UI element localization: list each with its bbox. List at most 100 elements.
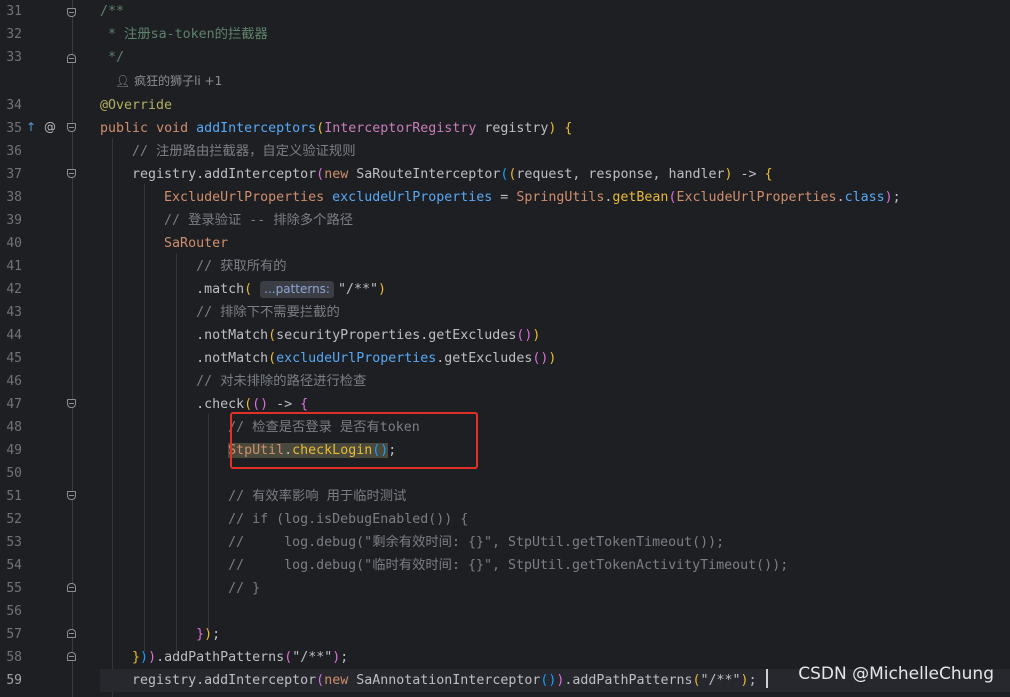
- code-line-37[interactable]: registry.addInterceptor(new SaRouteInter…: [100, 163, 1010, 186]
- code-line-31[interactable]: /**: [100, 0, 1010, 23]
- code-line-53[interactable]: // log.debug("剩余有效时间: {}", StpUtil.getTo…: [100, 531, 1010, 554]
- line-number[interactable]: 31: [0, 0, 22, 23]
- method-call: addPathPatterns: [164, 650, 285, 665]
- keyword: void: [156, 121, 189, 136]
- annotation-icon[interactable]: @: [44, 116, 56, 139]
- method-call: notMatch: [204, 328, 269, 343]
- keyword: public: [100, 121, 149, 136]
- implementing-method-icon[interactable]: ↑: [26, 116, 36, 139]
- line-number[interactable]: 47: [0, 393, 22, 416]
- line-number[interactable]: 34: [0, 94, 22, 117]
- fold-marker-33[interactable]: [67, 54, 76, 63]
- code-line-52[interactable]: // if (log.isDebugEnabled()) {: [100, 508, 1010, 531]
- method-call: getBean: [612, 190, 669, 205]
- method-call: check: [204, 397, 245, 412]
- line-number[interactable]: 38: [0, 186, 22, 209]
- fold-marker-55[interactable]: [67, 583, 76, 592]
- parameter-inlay-hint: ...patterns:: [260, 281, 334, 298]
- code-line-38[interactable]: ExcludeUrlProperties excludeUrlPropertie…: [100, 186, 1010, 209]
- code-line-43[interactable]: // 排除下不需要拦截的: [100, 301, 1010, 324]
- line-number[interactable]: 49: [0, 439, 22, 462]
- line-comment: // 对未排除的路径进行检查: [196, 374, 367, 389]
- line-number[interactable]: 41: [0, 255, 22, 278]
- fold-marker-57[interactable]: [67, 629, 76, 638]
- code-line-51[interactable]: // 有效率影响 用于临时测试: [100, 485, 1010, 508]
- code-line-55[interactable]: // }: [100, 577, 1010, 600]
- line-number[interactable]: 40: [0, 232, 22, 255]
- fold-marker-37[interactable]: [67, 169, 76, 178]
- code-line-32[interactable]: * 注册sa-token的拦截器: [100, 23, 1010, 46]
- text-cursor: [766, 669, 768, 688]
- line-comment: // 登录验证 -- 排除多个路径: [164, 213, 354, 228]
- line-comment: // if (log.isDebugEnabled()) {: [228, 512, 469, 527]
- code-line-57[interactable]: });: [100, 623, 1010, 646]
- class-name: ExcludeUrlProperties: [676, 190, 837, 205]
- line-comment: // 注册路由拦截器，自定义验证规则: [132, 144, 356, 159]
- identifier: registry: [132, 673, 197, 688]
- javadoc-comment: */: [100, 50, 125, 65]
- class-name: SaRouteInterceptor: [356, 167, 501, 182]
- highlight-annotation-box: [230, 412, 478, 469]
- line-comment: // }: [228, 581, 261, 596]
- line-number[interactable]: 42: [0, 278, 22, 301]
- code-line-45[interactable]: .notMatch(excludeUrlProperties.getExclud…: [100, 347, 1010, 370]
- line-number[interactable]: 43: [0, 301, 22, 324]
- line-number[interactable]: 46: [0, 370, 22, 393]
- code-line-40[interactable]: SaRouter: [100, 232, 1010, 255]
- code-line-42[interactable]: .match( ...patterns: "/**"): [100, 278, 1010, 301]
- line-number[interactable]: 57: [0, 623, 22, 646]
- code-editor[interactable]: 31 32 33 34 35 36 37 38 39 40 41 42 43 44 45 46 47 48 49 50…: [0, 0, 1010, 697]
- author-hint-text: 疯狂的狮子li +1: [134, 74, 223, 88]
- code-line-39[interactable]: // 登录验证 -- 排除多个路径: [100, 209, 1010, 232]
- line-number[interactable]: 53: [0, 531, 22, 554]
- code-line-33[interactable]: */: [100, 46, 1010, 69]
- method-call: getExcludes: [444, 351, 533, 366]
- code-line-56[interactable]: [100, 600, 1010, 623]
- line-number[interactable]: 59: [0, 669, 22, 692]
- fold-marker-31[interactable]: [67, 8, 76, 17]
- line-comment: // 排除下不需要拦截的: [196, 305, 340, 320]
- keyword: new: [324, 673, 349, 688]
- code-line-41[interactable]: // 获取所有的: [100, 255, 1010, 278]
- keyword: class: [844, 190, 885, 205]
- fold-marker-51[interactable]: [67, 491, 76, 500]
- code-line-44[interactable]: .notMatch(securityProperties.getExcludes…: [100, 324, 1010, 347]
- line-number[interactable]: 54: [0, 554, 22, 577]
- javadoc-comment: * 注册sa-token的拦截器: [100, 27, 268, 42]
- code-line-34[interactable]: @Override: [100, 94, 1010, 117]
- fold-marker-58[interactable]: [67, 652, 76, 661]
- identifier: registry: [132, 167, 197, 182]
- class-name: SaAnnotationInterceptor: [356, 673, 541, 688]
- line-number[interactable]: 39: [0, 209, 22, 232]
- method-name: addInterceptors: [196, 121, 317, 136]
- line-number[interactable]: 56: [0, 600, 22, 623]
- line-number[interactable]: 33: [0, 46, 22, 69]
- method-call: addPathPatterns: [572, 673, 693, 688]
- line-number[interactable]: 35: [0, 117, 22, 140]
- fold-marker-35[interactable]: [67, 123, 76, 132]
- code-area[interactable]: /** * 注册sa-token的拦截器 */ 👤︎ 疯狂的狮子li +1 @O…: [100, 0, 1010, 697]
- line-number[interactable]: 51: [0, 485, 22, 508]
- fold-marker-47[interactable]: [67, 399, 76, 408]
- variable: excludeUrlProperties: [332, 190, 493, 205]
- code-line-46[interactable]: // 对未排除的路径进行检查: [100, 370, 1010, 393]
- code-line-35[interactable]: public void addInterceptors(InterceptorR…: [100, 117, 1010, 140]
- line-number[interactable]: 36: [0, 140, 22, 163]
- method-call: addInterceptor: [204, 167, 317, 182]
- line-number[interactable]: 52: [0, 508, 22, 531]
- line-number[interactable]: 48: [0, 416, 22, 439]
- line-number[interactable]: 32: [0, 23, 22, 46]
- type-name: InterceptorRegistry: [324, 121, 477, 136]
- code-line-54[interactable]: // log.debug("临时有效时间: {}", StpUtil.getTo…: [100, 554, 1010, 577]
- line-number[interactable]: 50: [0, 462, 22, 485]
- line-number[interactable]: 58: [0, 646, 22, 669]
- line-comment: // 获取所有的: [196, 259, 287, 274]
- line-number[interactable]: 37: [0, 163, 22, 186]
- keyword: new: [324, 167, 349, 182]
- code-line-36[interactable]: // 注册路由拦截器，自定义验证规则: [100, 140, 1010, 163]
- line-number[interactable]: 55: [0, 577, 22, 600]
- author-hint[interactable]: 👤︎ 疯狂的狮子li +1: [115, 70, 222, 93]
- class-name: SaRouter: [164, 236, 229, 251]
- line-number[interactable]: 45: [0, 347, 22, 370]
- line-number[interactable]: 44: [0, 324, 22, 347]
